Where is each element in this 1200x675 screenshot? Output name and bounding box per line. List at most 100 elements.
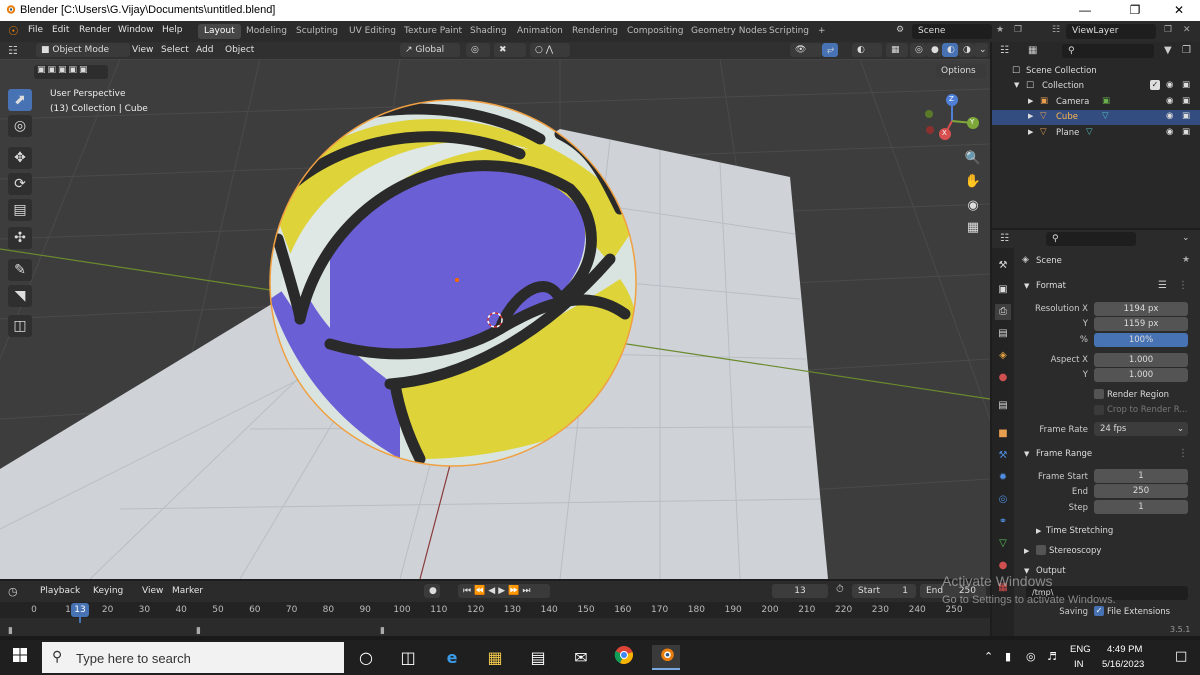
aspect-x-field[interactable]: 1.000 [1094, 353, 1188, 367]
resolution-x-field[interactable]: 1194 px [1094, 302, 1188, 316]
properties-search-input[interactable]: ⚲ [1046, 232, 1136, 246]
render-tab-icon[interactable]: ▣ [995, 282, 1011, 298]
pivot-icon[interactable]: ◎ [466, 43, 490, 57]
battery-icon[interactable]: ▮ [1005, 650, 1011, 663]
tab-scripting[interactable]: Scripting [763, 24, 815, 39]
menu-help[interactable]: Help [162, 25, 183, 35]
scene-type-icon[interactable]: ⚙ [896, 25, 904, 35]
menu-select[interactable]: Select [161, 45, 189, 55]
orientation-selector[interactable]: ↗ Global [400, 43, 460, 57]
render-camera-icon[interactable]: ▣ [1182, 127, 1190, 137]
outliner-row-scene-collection[interactable]: □ Scene Collection [992, 64, 1200, 79]
tab-sculpting[interactable]: Sculpting [290, 24, 344, 39]
stereoscopy-checkbox[interactable] [1036, 545, 1046, 555]
render-camera-icon[interactable]: ▣ [1182, 96, 1190, 106]
task-view-icon[interactable]: ◫ [394, 645, 422, 670]
object-tab-icon[interactable]: ■ [995, 426, 1011, 442]
new-viewlayer-icon[interactable]: ❐ [1164, 25, 1172, 35]
visibility-eye-icon[interactable]: ◉ [1166, 80, 1173, 90]
aspect-y-field[interactable]: 1.000 [1094, 368, 1188, 382]
menu-marker[interactable]: Marker [172, 586, 203, 596]
options-button[interactable]: Options [936, 64, 986, 78]
clock-date[interactable]: 5/16/2023 [1102, 659, 1144, 670]
annotate-tool-icon[interactable]: ✎ [8, 259, 32, 281]
view-layer-selector[interactable]: ViewLayer [1066, 24, 1156, 39]
ortho-grid-icon[interactable]: ▦ [962, 217, 984, 239]
playback-controls-icons[interactable]: ⏮⏪◀▶⏩⏭ [458, 584, 550, 598]
view-layer-tab-icon[interactable]: ▤ [995, 326, 1011, 342]
cursor-tool-icon[interactable]: ◎ [8, 115, 32, 137]
pin-icon[interactable]: ★ [996, 25, 1004, 35]
display-mode-icon[interactable]: ▦ [1028, 45, 1037, 56]
modifier-tab-icon[interactable]: ⚒ [995, 448, 1011, 464]
stopwatch-icon[interactable]: ⏱ [836, 584, 844, 595]
tab-uv-editing[interactable]: UV Editing [343, 24, 402, 39]
zoom-icon[interactable]: 🔍 [962, 148, 984, 170]
particles-tab-icon[interactable]: ✹ [995, 470, 1011, 486]
scroll-handle-right[interactable]: ▮ [380, 626, 385, 636]
select-mode-icons[interactable]: ▣▣▣▣▣ [34, 65, 108, 79]
tab-animation[interactable]: Animation [511, 24, 569, 39]
frame-step-field[interactable]: 1 [1094, 500, 1188, 514]
constraints-tab-icon[interactable]: ⚭ [995, 514, 1011, 530]
drag-handle-icon[interactable]: ⋮ [1178, 280, 1188, 291]
minimize-button[interactable]: — [1062, 0, 1108, 21]
rotate-tool-icon[interactable]: ⟳ [8, 173, 32, 195]
outliner-editor-icon[interactable]: ☷ [1000, 45, 1009, 56]
tab-texture-paint[interactable]: Texture Paint [398, 24, 468, 39]
menu-view[interactable]: View [142, 586, 163, 596]
tab-shading[interactable]: Shading [464, 24, 513, 39]
material-tab-icon[interactable]: ● [995, 558, 1011, 574]
menu-view[interactable]: View [132, 45, 153, 55]
expand-chevron-icon[interactable]: ▶ [1028, 112, 1033, 120]
expand-chevron-icon[interactable]: ▶ [1028, 128, 1033, 136]
playhead[interactable]: 13 [71, 603, 89, 617]
scene-selector[interactable]: Scene [912, 24, 992, 39]
outliner-row-cube[interactable]: ▶ ▽ Cube ▽ ◉ ▣ [992, 110, 1200, 125]
outliner-search-input[interactable]: ⚲ [1062, 44, 1154, 58]
collection-tab-icon[interactable]: ▤ [995, 398, 1011, 414]
scroll-handle-mid[interactable]: ▮ [196, 626, 201, 636]
cortana-icon[interactable]: ○ [352, 645, 380, 670]
tab-geometry-nodes[interactable]: Geometry Nodes [685, 24, 773, 39]
scroll-handle-left[interactable]: ▮ [8, 626, 13, 636]
resolution-y-field[interactable]: 1159 px [1094, 317, 1188, 331]
keyboard-layout-label[interactable]: IN [1074, 659, 1084, 670]
material-shading-icon[interactable]: ◐ [942, 43, 958, 57]
maximize-button[interactable]: ❐ [1112, 0, 1158, 21]
visibility-icon[interactable]: 👁 [790, 43, 822, 57]
dropdown-chevron-icon[interactable]: ⌄ [1182, 233, 1190, 243]
pin-icon[interactable]: ★ [1182, 255, 1190, 265]
frame-rate-dropdown[interactable]: 24 fps ⌄ [1094, 422, 1188, 436]
edge-icon[interactable]: e [438, 645, 466, 670]
mail-icon[interactable]: ✉ [567, 645, 595, 670]
expand-chevron-icon[interactable]: ▶ [1024, 547, 1029, 555]
visibility-eye-icon[interactable]: ◉ [1166, 111, 1173, 121]
frame-start-field[interactable]: 1 [1094, 469, 1188, 483]
outliner-row-camera[interactable]: ▶ ▣ Camera ▣ ◉ ▣ [992, 95, 1200, 110]
pan-hand-icon[interactable]: ✋ [962, 171, 984, 193]
tool-tab-icon[interactable]: ⚒ [995, 258, 1011, 274]
data-tab-icon[interactable]: ▽ [995, 536, 1011, 552]
shading-options-icon[interactable]: ⌄ [974, 43, 988, 57]
mode-selector[interactable]: ■ Object Mode [36, 43, 130, 57]
menu-file[interactable]: File [28, 25, 43, 35]
expand-chevron-icon[interactable]: ▶ [1028, 97, 1033, 105]
volume-icon[interactable]: ♬ [1047, 650, 1057, 663]
camera-view-icon[interactable]: ◉ [962, 195, 984, 217]
expand-chevron-icon[interactable]: ▶ [1036, 527, 1041, 535]
3d-viewport[interactable]: Z Y X ▣▣▣▣▣ Options User Perspective (13… [0, 59, 990, 579]
menu-render[interactable]: Render [79, 25, 111, 35]
scale-tool-icon[interactable]: ▤ [8, 199, 32, 221]
proportional-edit-icon[interactable]: ○ ⋀ [530, 43, 570, 57]
menu-object[interactable]: Object [225, 45, 254, 55]
scene-tab-icon[interactable]: ◈ [995, 348, 1011, 364]
presets-list-icon[interactable]: ☰ [1158, 280, 1167, 291]
wireframe-shading-icon[interactable]: ◎ [910, 43, 926, 57]
visibility-eye-icon[interactable]: ◉ [1166, 96, 1173, 106]
outliner-row-plane[interactable]: ▶ ▽ Plane ▽ ◉ ▣ [992, 126, 1200, 141]
render-camera-icon[interactable]: ▣ [1182, 111, 1190, 121]
render-camera-icon[interactable]: ▣ [1182, 80, 1190, 90]
current-frame-field[interactable]: 13 [772, 584, 828, 598]
stereoscopy-header[interactable]: Stereoscopy [1049, 546, 1101, 556]
